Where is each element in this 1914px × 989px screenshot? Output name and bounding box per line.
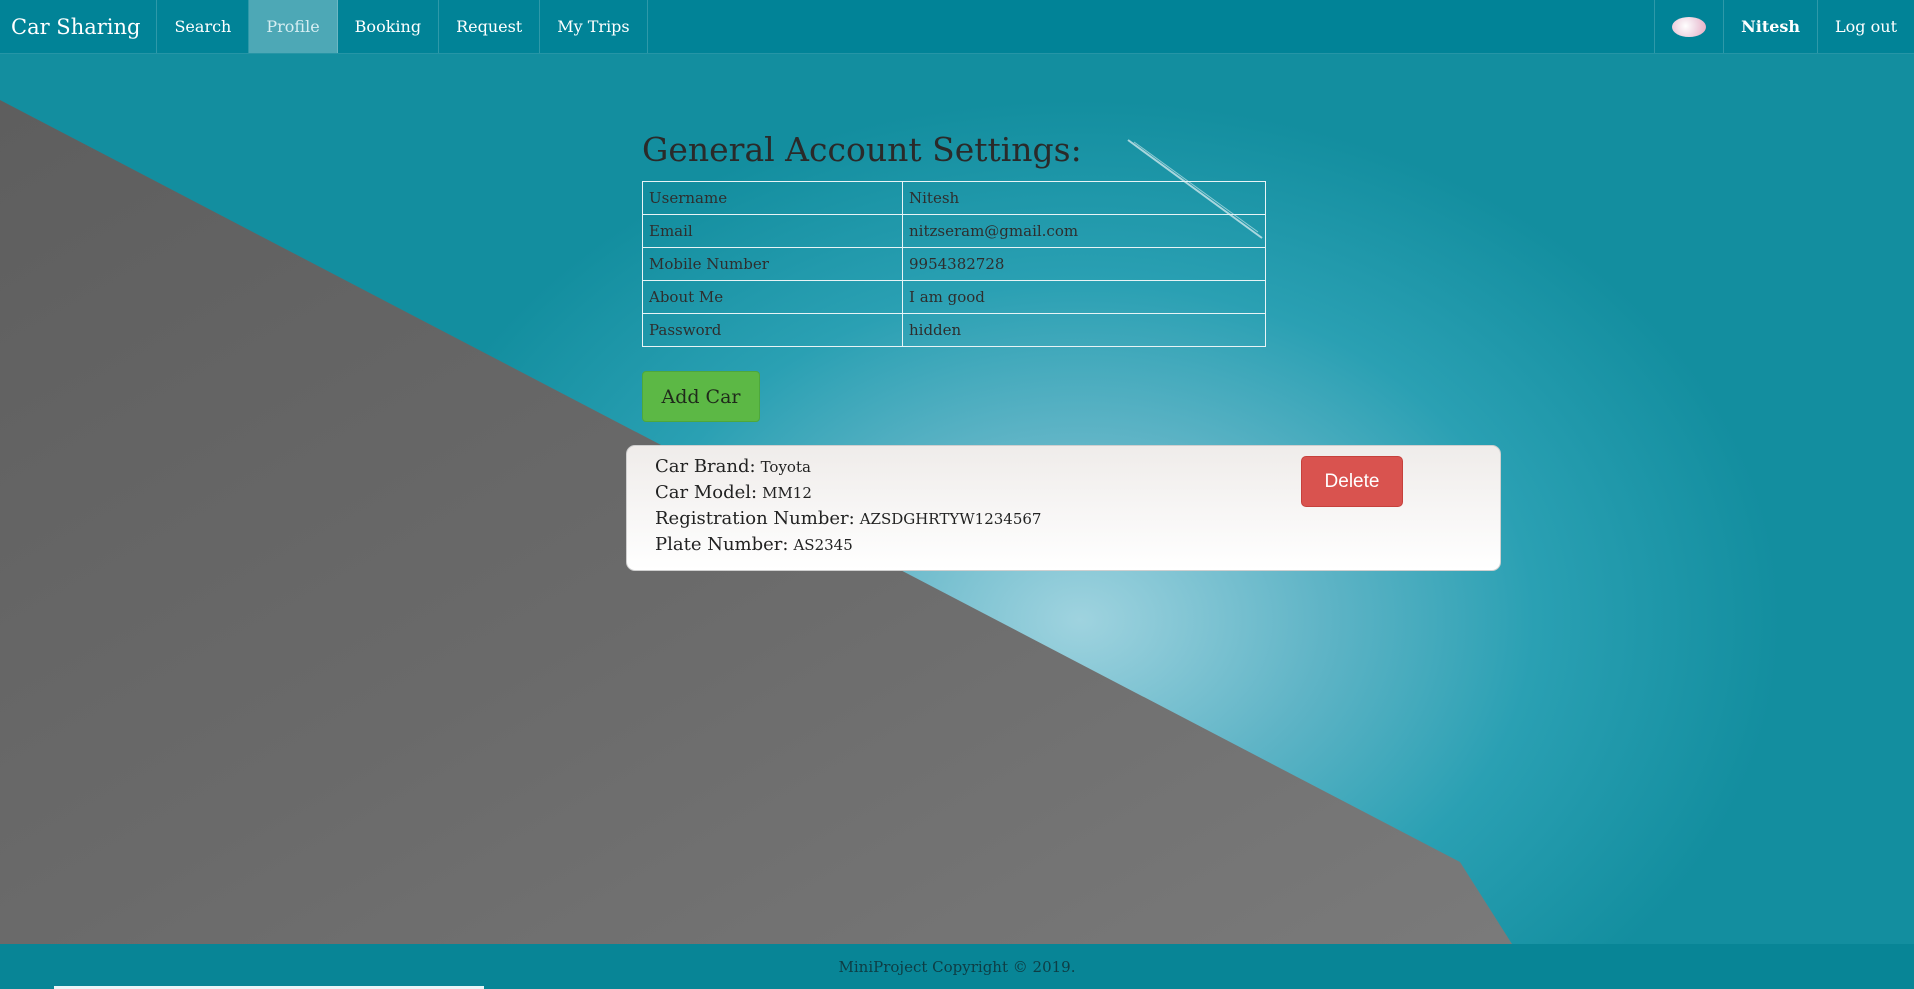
car-brand-label: Car Brand:: [655, 456, 756, 477]
row-value: hidden: [902, 313, 1266, 347]
footer: MiniProject Copyright © 2019.: [0, 944, 1914, 989]
nav-my-trips[interactable]: My Trips: [540, 0, 648, 53]
row-key: Password: [642, 313, 903, 347]
car-registration-label: Registration Number:: [655, 508, 855, 529]
table-row: About Me I am good: [642, 280, 1266, 314]
table-row: Username Nitesh: [642, 181, 1266, 215]
car-card: Car Brand: Toyota Car Model: MM12 Regist…: [626, 445, 1501, 571]
car-plate-line: Plate Number: AS2345: [655, 534, 1472, 560]
avatar: [1672, 16, 1707, 37]
page-title: General Account Settings:: [642, 130, 1082, 169]
table-row: Mobile Number 9954382728: [642, 247, 1266, 281]
row-value: Nitesh: [902, 181, 1266, 215]
row-value: 9954382728: [902, 247, 1266, 281]
nav-username[interactable]: Nitesh: [1723, 0, 1817, 53]
car-model-value: MM12: [762, 484, 812, 502]
car-registration-line: Registration Number: AZSDGHRTYW1234567: [655, 508, 1472, 534]
row-key: Email: [642, 214, 903, 248]
nav-booking[interactable]: Booking: [338, 0, 440, 53]
row-value: I am good: [902, 280, 1266, 314]
main-content: General Account Settings: Username Nites…: [0, 54, 1914, 944]
footer-copyright: MiniProject Copyright © 2019.: [838, 957, 1076, 976]
table-row: Email nitzseram@gmail.com: [642, 214, 1266, 248]
top-navbar: Car Sharing Search Profile Booking Reque…: [0, 0, 1914, 54]
car-registration-value: AZSDGHRTYW1234567: [859, 510, 1042, 528]
nav-links: Search Profile Booking Request My Trips: [157, 0, 648, 53]
car-plate-label: Plate Number:: [655, 534, 789, 555]
logout-link[interactable]: Log out: [1817, 0, 1914, 53]
nav-right: Nitesh Log out: [1654, 0, 1914, 53]
row-key: About Me: [642, 280, 903, 314]
row-key: Username: [642, 181, 903, 215]
car-plate-value: AS2345: [793, 536, 853, 554]
delete-car-button[interactable]: Delete: [1301, 456, 1403, 507]
row-key: Mobile Number: [642, 247, 903, 281]
add-car-button[interactable]: Add Car: [642, 371, 760, 422]
brand-link[interactable]: Car Sharing: [0, 0, 158, 53]
car-model-label: Car Model:: [655, 482, 758, 503]
nav-profile[interactable]: Profile: [249, 0, 338, 53]
avatar-link[interactable]: [1654, 0, 1723, 53]
nav-search[interactable]: Search: [157, 0, 250, 53]
table-row: Password hidden: [642, 313, 1266, 347]
row-value: nitzseram@gmail.com: [902, 214, 1266, 248]
account-settings-table: Username Nitesh Email nitzseram@gmail.co…: [642, 181, 1266, 347]
car-brand-value: Toyota: [760, 458, 811, 476]
nav-request[interactable]: Request: [439, 0, 541, 53]
